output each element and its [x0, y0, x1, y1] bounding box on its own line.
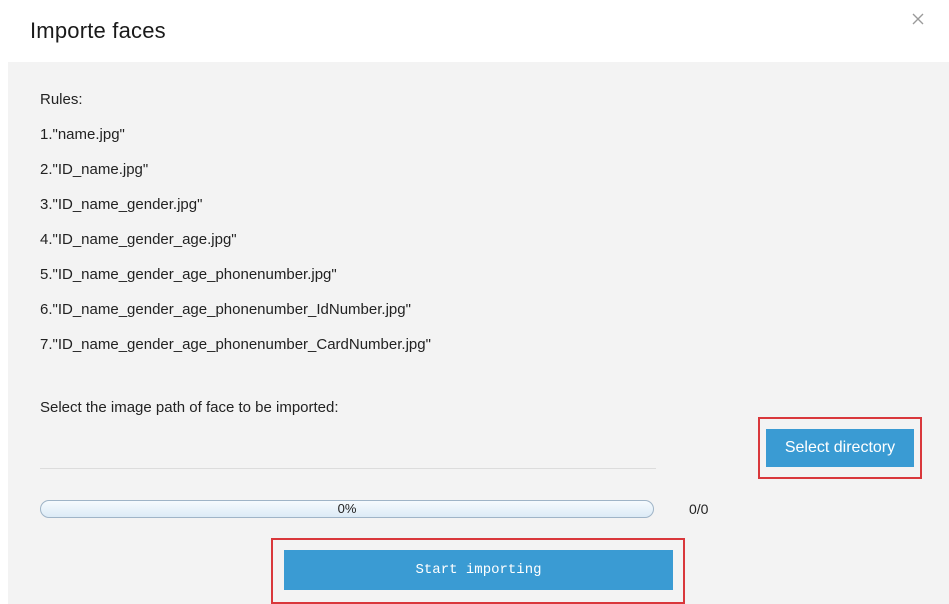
import-count: 0/0: [689, 501, 709, 517]
rule-item: 2."ID_name.jpg": [40, 161, 149, 178]
close-button[interactable]: [907, 8, 929, 30]
close-icon: [912, 13, 924, 25]
rule-item: 7."ID_name_gender_age_phonenumber_CardNu…: [40, 336, 431, 353]
dialog-body: Rules: 1."name.jpg" 2."ID_name.jpg" 3."I…: [8, 62, 949, 604]
select-directory-button[interactable]: Select directory: [766, 429, 914, 467]
import-progress-bar: 0%: [40, 500, 654, 518]
import-instruction: Select the image path of face to be impo…: [40, 399, 339, 416]
start-importing-button[interactable]: Start importing: [284, 550, 673, 590]
rules-heading: Rules:: [40, 91, 83, 108]
image-path-field[interactable]: [40, 450, 656, 469]
rule-item: 1."name.jpg": [40, 126, 125, 143]
rule-item: 5."ID_name_gender_age_phonenumber.jpg": [40, 266, 337, 283]
rule-item: 3."ID_name_gender.jpg": [40, 196, 203, 213]
rules-list: Rules: 1."name.jpg" 2."ID_name.jpg" 3."I…: [40, 90, 431, 370]
dialog-title: Importe faces: [30, 18, 166, 43]
import-faces-dialog: Importe faces Rules: 1."name.jpg" 2."ID_…: [0, 0, 949, 604]
rule-item: 4."ID_name_gender_age.jpg": [40, 231, 237, 248]
dialog-titlebar: Importe faces: [0, 0, 949, 62]
rule-item: 6."ID_name_gender_age_phonenumber_IdNumb…: [40, 301, 411, 318]
progress-percent: 0%: [337, 501, 357, 516]
